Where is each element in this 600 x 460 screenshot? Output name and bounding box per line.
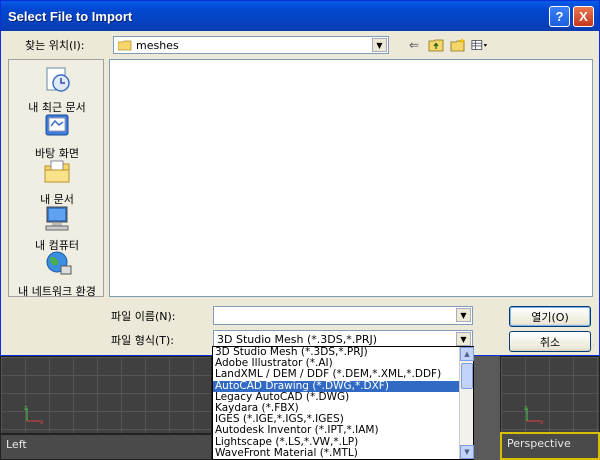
file-type-option[interactable]: IGES (*.IGE,*.IGS,*.IGES) bbox=[213, 414, 459, 425]
chevron-down-icon[interactable]: ▼ bbox=[456, 308, 471, 322]
places-bar: 내 최근 문서 바탕 화면 내 문서 내 컴퓨터 내 네트워크 환경 bbox=[8, 59, 105, 299]
scroll-up-icon[interactable]: ▲ bbox=[460, 347, 474, 361]
file-name-row: 파일 이름(N): ▼ bbox=[111, 306, 473, 325]
scroll-thumb[interactable] bbox=[461, 363, 473, 389]
file-type-option[interactable]: AutoCAD Drawing (*.DWG,*.DXF) bbox=[213, 380, 459, 392]
import-file-dialog: Select File to Import ? X 찾는 위치(I): mesh… bbox=[0, 0, 600, 356]
axis-gizmo-icon: z x bbox=[524, 405, 544, 425]
place-label: 내 네트워크 환경 bbox=[18, 285, 96, 298]
svg-text:x: x bbox=[40, 419, 44, 425]
file-type-dropdown: 3D Studio Mesh (*.3DS,*.PRJ) Adobe Illust… bbox=[212, 346, 474, 460]
file-type-option[interactable]: Adobe Illustrator (*.AI) bbox=[213, 358, 459, 369]
place-my-computer[interactable]: 내 컴퓨터 bbox=[9, 204, 105, 253]
file-type-option[interactable]: LandXML / DEM / DDF (*.DEM,*.XML,*.DDF) bbox=[213, 369, 459, 380]
file-name-input[interactable]: ▼ bbox=[213, 306, 473, 325]
svg-text:x: x bbox=[540, 419, 544, 425]
look-in-value: meshes bbox=[136, 38, 179, 52]
dialog-title: Select File to Import bbox=[8, 8, 133, 24]
help-button[interactable]: ? bbox=[549, 5, 570, 27]
look-in-row: 찾는 위치(I): meshes ▼ bbox=[25, 35, 389, 55]
view-menu-icon[interactable] bbox=[471, 37, 489, 53]
dropdown-scrollbar[interactable]: ▲ ▼ bbox=[459, 347, 474, 459]
new-folder-icon[interactable] bbox=[449, 37, 467, 53]
title-bar[interactable]: Select File to Import ? X bbox=[1, 1, 599, 31]
folder-icon bbox=[118, 40, 132, 50]
svg-text:z: z bbox=[524, 405, 527, 412]
place-my-documents[interactable]: 내 문서 bbox=[9, 158, 105, 207]
file-type-value: 3D Studio Mesh (*.3DS,*.PRJ) bbox=[217, 333, 377, 346]
open-button[interactable]: 열기(O) bbox=[509, 306, 591, 327]
navigation-toolbar: ⇐ bbox=[405, 35, 489, 55]
viewport-left-label[interactable]: Left bbox=[6, 438, 27, 451]
chevron-down-icon[interactable]: ▼ bbox=[456, 332, 471, 346]
file-type-label: 파일 형식(T): bbox=[111, 333, 174, 347]
look-in-label: 찾는 위치(I): bbox=[25, 39, 85, 52]
file-type-option[interactable]: Autodesk Inventor (*.IPT,*.IAM) bbox=[213, 425, 459, 436]
viewport-top[interactable]: z x bbox=[0, 356, 212, 434]
place-desktop[interactable]: 바탕 화면 bbox=[9, 112, 105, 161]
my-computer-icon bbox=[45, 206, 69, 231]
close-button[interactable]: X bbox=[573, 5, 594, 27]
my-documents-icon bbox=[44, 160, 70, 183]
up-folder-icon[interactable] bbox=[427, 37, 445, 53]
chevron-down-icon[interactable]: ▼ bbox=[372, 38, 387, 52]
file-type-option[interactable]: Kaydara (*.FBX) bbox=[213, 403, 459, 414]
scroll-down-icon[interactable]: ▼ bbox=[460, 445, 474, 459]
desktop-icon bbox=[45, 114, 69, 136]
back-icon[interactable]: ⇐ bbox=[405, 37, 423, 53]
file-list[interactable] bbox=[109, 59, 593, 297]
viewport-perspective[interactable]: Perspective bbox=[500, 432, 600, 460]
cancel-button[interactable]: 취소 bbox=[509, 331, 591, 352]
file-type-options: 3D Studio Mesh (*.3DS,*.PRJ) Adobe Illust… bbox=[213, 347, 473, 459]
viewport-perspective-label[interactable]: Perspective bbox=[507, 437, 571, 450]
file-type-option[interactable]: 3D Studio Mesh (*.3DS,*.PRJ) bbox=[213, 347, 459, 358]
viewport-front[interactable]: z x bbox=[500, 356, 600, 434]
viewport-left[interactable]: Left bbox=[0, 434, 212, 460]
file-type-option[interactable]: WaveFront Material (*.MTL) bbox=[213, 448, 459, 459]
network-places-icon bbox=[46, 251, 72, 275]
file-name-label: 파일 이름(N): bbox=[111, 309, 176, 323]
place-recent-documents[interactable]: 내 최근 문서 bbox=[9, 66, 105, 115]
look-in-combo[interactable]: meshes ▼ bbox=[113, 36, 389, 54]
svg-text:z: z bbox=[24, 405, 27, 412]
axis-gizmo-icon: z x bbox=[24, 405, 44, 425]
file-type-option[interactable]: Lightscape (*.LS,*.VW,*.LP) bbox=[213, 437, 459, 448]
recent-documents-icon bbox=[46, 67, 70, 92]
file-type-option[interactable]: Legacy AutoCAD (*.DWG) bbox=[213, 392, 459, 403]
place-network[interactable]: 내 네트워크 환경 bbox=[9, 250, 105, 299]
resize-grip-icon[interactable]: ⋰ bbox=[587, 343, 597, 353]
